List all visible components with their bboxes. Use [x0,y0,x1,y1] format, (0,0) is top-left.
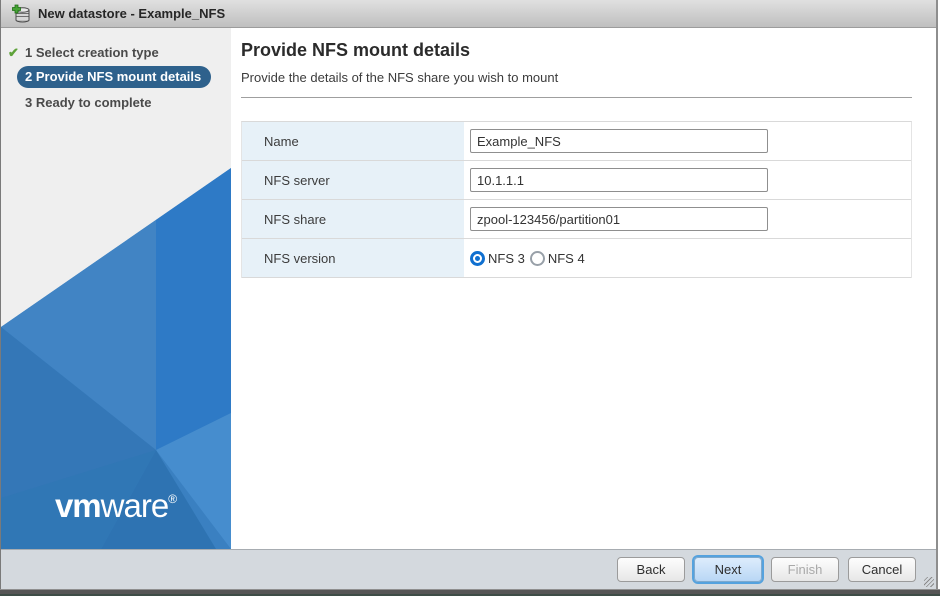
nfs-share-input[interactable] [470,207,768,231]
vmware-logo-registered-mark: ® [168,492,177,506]
step-complete-check-icon: ✔ [8,46,22,59]
form-row-nfs-version: NFS version NFS 3 NFS 4 [242,239,911,278]
nfs4-radio-option[interactable]: NFS 4 [530,251,585,266]
name-input[interactable] [470,129,768,153]
wizard-main-panel: Provide NFS mount details Provide the de… [231,28,936,549]
vmware-logo: vmware® [1,487,231,525]
vmware-logo-ware: ware [101,487,169,524]
next-button[interactable]: Next [694,557,762,582]
nfs-version-radio-group: NFS 3 NFS 4 [470,251,590,266]
form-row-nfs-server: NFS server [242,161,911,200]
form-row-name: Name [242,122,911,161]
step-label-active: 2 Provide NFS mount details [17,66,211,88]
back-button[interactable]: Back [617,557,685,582]
step-label: 3 Ready to complete [25,95,151,110]
nfs3-radio-button[interactable] [470,251,485,266]
wizard-step-select-creation-type[interactable]: ✔ 1 Select creation type [1,40,231,64]
page-title: Provide NFS mount details [241,40,912,61]
wizard-footer: Back Next Finish Cancel [1,549,936,589]
nfs-mount-form: Name NFS server NFS share [241,121,912,278]
nfs-server-label: NFS server [242,161,464,199]
nfs4-radio-label: NFS 4 [548,251,585,266]
heading-divider [241,97,912,98]
cancel-button[interactable]: Cancel [848,557,916,582]
nfs-server-input[interactable] [470,168,768,192]
finish-button[interactable]: Finish [771,557,839,582]
step-label: 1 Select creation type [25,45,159,60]
wizard-sidebar: ✔ 1 Select creation type 2 Provide NFS m… [1,28,231,549]
new-datastore-wizard-window: New datastore - Example_NFS ✔ 1 Select c… [0,0,938,589]
name-label: Name [242,122,464,160]
nfs4-radio-button[interactable] [530,251,545,266]
wizard-step-ready-to-complete[interactable]: 3 Ready to complete [1,90,231,114]
wizard-step-provide-nfs-mount-details[interactable]: 2 Provide NFS mount details [1,64,231,90]
vmware-logo-vm: vm [55,487,101,524]
wizard-steps: ✔ 1 Select creation type 2 Provide NFS m… [1,28,231,114]
window-title: New datastore - Example_NFS [38,6,225,21]
window-resize-grip[interactable] [924,577,934,587]
nfs3-radio-label: NFS 3 [488,251,525,266]
nfs-version-label: NFS version [242,239,464,277]
page-subtitle: Provide the details of the NFS share you… [241,70,912,85]
nfs-share-label: NFS share [242,200,464,238]
nfs3-radio-option[interactable]: NFS 3 [470,251,525,266]
form-row-nfs-share: NFS share [242,200,911,239]
window-titlebar: New datastore - Example_NFS [1,0,936,28]
new-datastore-icon [11,4,31,23]
